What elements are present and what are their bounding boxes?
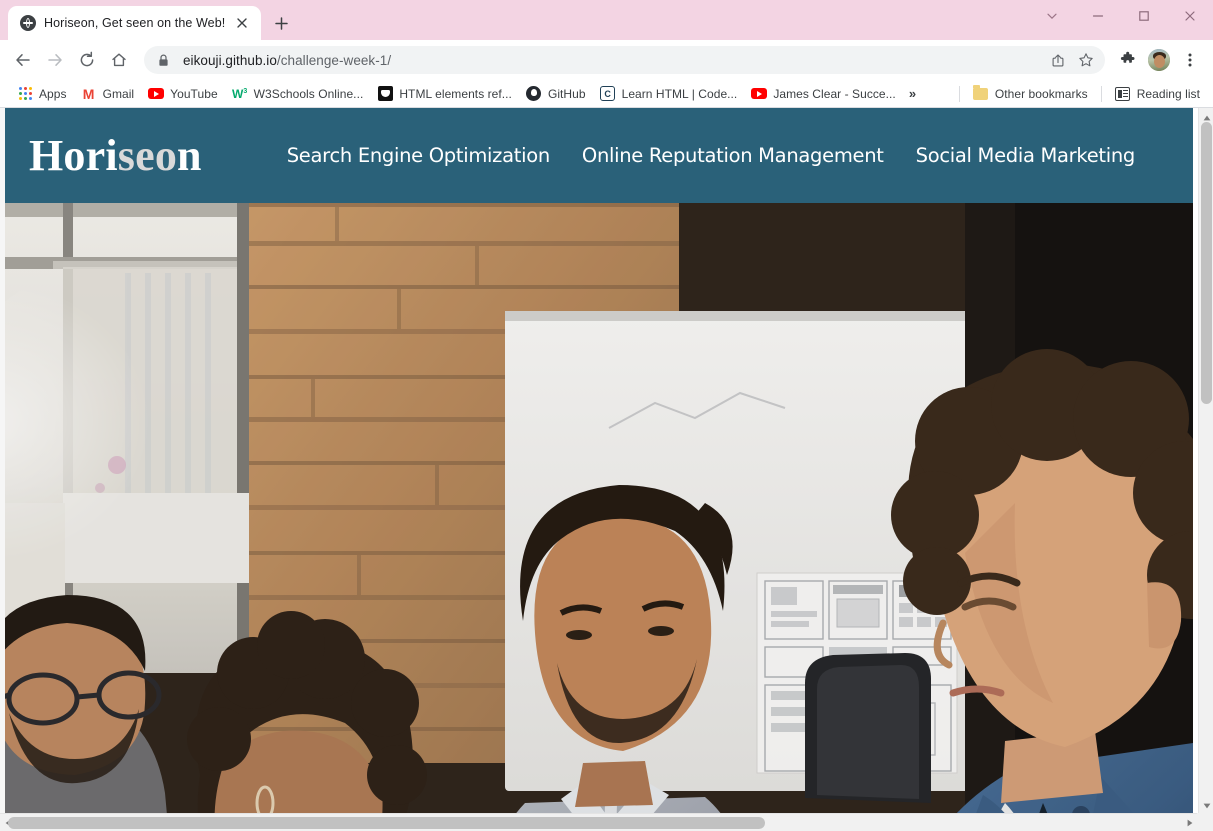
chrome-menu-icon[interactable] (1175, 45, 1205, 75)
site-logo[interactable]: Horiseon (29, 130, 202, 180)
url-text: eikouji.github.io/challenge-week-1/ (183, 53, 1045, 68)
site-header: Horiseon Search Engine Optimization Onli… (5, 108, 1193, 203)
youtube-icon (148, 86, 165, 102)
nav-link-social-media-marketing[interactable]: Social Media Marketing (916, 144, 1136, 167)
bookmarks-bar: Apps M Gmail YouTube W3 W3Schools Online… (0, 80, 1213, 108)
other-bookmarks-label: Other bookmarks (994, 86, 1088, 101)
home-icon[interactable] (104, 45, 134, 75)
scroll-down-icon[interactable] (1199, 798, 1213, 813)
bookmarks-overflow-button[interactable]: » (903, 83, 922, 104)
minimize-icon[interactable] (1075, 0, 1121, 32)
bookmark-github[interactable]: GitHub (519, 83, 593, 105)
hero-photo-illustration (5, 203, 1193, 813)
bookmark-label: James Clear - Succe... (773, 86, 896, 101)
lock-icon (158, 54, 176, 67)
horizontal-scrollbar-thumb[interactable] (8, 817, 765, 829)
folder-icon (973, 84, 989, 102)
chevron-down-icon[interactable] (1029, 0, 1075, 32)
url-domain: eikouji.github.io (183, 52, 277, 68)
bookmark-label: HTML elements ref... (399, 86, 512, 101)
bookmark-w3schools[interactable]: W3 W3Schools Online... (225, 83, 371, 105)
logo-accent: seo (117, 130, 178, 180)
w3schools-icon: W3 (232, 86, 248, 101)
scrollbar-corner (1197, 813, 1213, 831)
nav-link-online-reputation-management[interactable]: Online Reputation Management (582, 144, 884, 167)
divider (1100, 85, 1102, 102)
browser-toolbar: eikouji.github.io/challenge-week-1/ (0, 40, 1213, 80)
vertical-scrollbar-thumb[interactable] (1201, 122, 1212, 404)
share-icon[interactable] (1045, 47, 1071, 73)
url-path: /challenge-week-1/ (276, 52, 392, 68)
bookmark-label: W3Schools Online... (253, 86, 364, 101)
bookmark-james-clear[interactable]: James Clear - Succe... (744, 83, 902, 105)
bookmark-learn-html[interactable]: C Learn HTML | Code... (593, 83, 745, 105)
bookmark-label: Apps (39, 86, 67, 101)
other-bookmarks-button[interactable]: Other bookmarks (966, 83, 1095, 105)
html-ref-icon (377, 86, 393, 102)
address-bar[interactable]: eikouji.github.io/challenge-week-1/ (144, 46, 1105, 74)
vertical-scrollbar[interactable] (1198, 108, 1213, 813)
bookmark-apps[interactable]: Apps (10, 83, 74, 105)
gmail-icon: M (82, 85, 95, 102)
tab-title: Horiseon, Get seen on the Web! (44, 16, 226, 30)
divider (958, 85, 960, 102)
nav-link-search-engine-optimization[interactable]: Search Engine Optimization (287, 144, 550, 167)
window-controls (1029, 0, 1213, 32)
reading-list-icon (1115, 86, 1131, 102)
globe-icon (20, 15, 36, 31)
hero-image (5, 203, 1193, 813)
reading-list-button[interactable]: Reading list (1108, 83, 1207, 105)
browser-tab[interactable]: Horiseon, Get seen on the Web! (8, 6, 262, 40)
extensions-icon[interactable] (1113, 45, 1143, 75)
star-icon[interactable] (1073, 47, 1099, 73)
scroll-right-icon[interactable] (1182, 814, 1197, 831)
bookmark-youtube[interactable]: YouTube (141, 83, 225, 105)
tab-strip: Horiseon, Get seen on the Web! (0, 0, 1213, 40)
close-icon[interactable] (233, 14, 251, 32)
bookmark-gmail[interactable]: M Gmail (74, 83, 142, 105)
youtube-icon (751, 86, 768, 102)
maximize-icon[interactable] (1121, 0, 1167, 32)
forward-icon[interactable] (40, 45, 70, 75)
bookmark-label: Learn HTML | Code... (621, 86, 738, 101)
avatar[interactable] (1148, 49, 1170, 71)
bookmark-html-elements-ref[interactable]: HTML elements ref... (370, 83, 519, 105)
page-viewport: Horiseon Search Engine Optimization Onli… (0, 108, 1213, 831)
close-icon[interactable] (1167, 0, 1213, 32)
bookmark-label: Gmail (102, 86, 135, 101)
github-icon (526, 86, 542, 102)
bookmark-label: YouTube (170, 86, 218, 101)
horizontal-scrollbar[interactable] (0, 813, 1213, 831)
omnibox-actions (1045, 47, 1099, 73)
apps-grid-icon (17, 86, 33, 102)
site-nav: Search Engine Optimization Online Reputa… (287, 144, 1165, 167)
logo-suffix: n (177, 130, 202, 180)
logo-prefix: Hori (29, 130, 118, 180)
bookmark-label: GitHub (547, 86, 586, 101)
back-icon[interactable] (8, 45, 38, 75)
reading-list-label: Reading list (1136, 86, 1200, 101)
web-page: Horiseon Search Engine Optimization Onli… (5, 108, 1193, 813)
reload-icon[interactable] (72, 45, 102, 75)
browser-window: Horiseon, Get seen on the Web! eikouji.g… (0, 0, 1213, 831)
new-tab-button[interactable] (267, 9, 295, 37)
codecademy-icon: C (600, 86, 616, 102)
